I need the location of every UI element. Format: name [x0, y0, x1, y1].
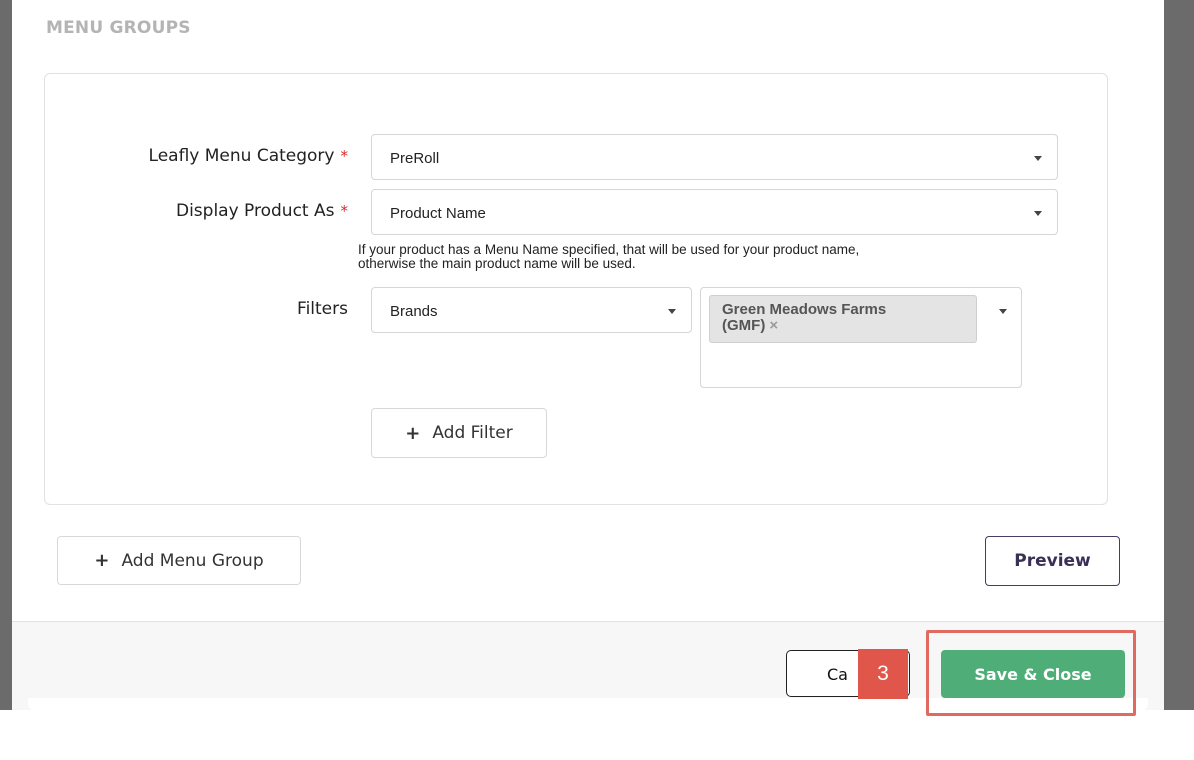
filter-tag: Green Meadows Farms (GMF) × — [709, 295, 977, 343]
display-as-select[interactable]: Product Name — [371, 189, 1058, 235]
help-line: If your product has a Menu Name specifie… — [358, 242, 860, 257]
help-line: otherwise the main product name will be … — [358, 256, 636, 271]
modal-backdrop-left — [0, 0, 12, 710]
close-icon[interactable]: × — [769, 317, 778, 334]
required-mark: * — [340, 202, 349, 220]
preview-label: Preview — [1014, 551, 1091, 571]
modal-backdrop-right — [1164, 0, 1194, 710]
category-select-value: PreRoll — [390, 150, 440, 167]
step-badge: 3 — [858, 649, 908, 699]
plus-icon: + — [94, 550, 110, 571]
section-title: MENU GROUPS — [46, 18, 191, 38]
chevron-down-icon — [999, 309, 1007, 314]
chevron-down-icon — [1034, 211, 1042, 216]
display-as-select-value: Product Name — [390, 205, 486, 222]
required-mark: * — [340, 147, 349, 165]
add-menu-group-button[interactable]: + Add Menu Group — [57, 536, 301, 585]
chevron-down-icon — [1034, 156, 1042, 161]
plus-icon: + — [405, 422, 421, 444]
add-menu-group-label: Add Menu Group — [121, 550, 264, 571]
preview-button[interactable]: Preview — [985, 536, 1120, 586]
filter-tag-line: Green Meadows Farms — [722, 301, 887, 318]
cancel-label: Ca — [827, 665, 848, 684]
add-filter-button[interactable]: + Add Filter — [371, 408, 547, 458]
category-label: Leafly Menu Category * — [48, 146, 348, 166]
display-as-label: Display Product As * — [48, 201, 348, 221]
filter-values-select[interactable]: Green Meadows Farms (GMF) × — [700, 287, 1022, 388]
display-as-help-text: If your product has a Menu Name specifie… — [358, 243, 1058, 271]
add-filter-label: Add Filter — [432, 423, 513, 443]
filter-tag-line2: (GMF) × — [722, 318, 964, 334]
chevron-down-icon — [668, 309, 676, 314]
filters-label: Filters — [297, 299, 348, 319]
save-close-label: Save & Close — [974, 664, 1092, 684]
filter-type-select[interactable]: Brands — [371, 287, 692, 333]
filter-type-value: Brands — [390, 303, 438, 320]
category-label-text: Leafly Menu Category — [148, 146, 335, 166]
display-as-label-text: Display Product As — [175, 201, 335, 221]
filter-tag-text: (GMF) — [722, 317, 766, 334]
category-select[interactable]: PreRoll — [371, 134, 1058, 180]
save-close-button[interactable]: Save & Close — [941, 650, 1125, 698]
